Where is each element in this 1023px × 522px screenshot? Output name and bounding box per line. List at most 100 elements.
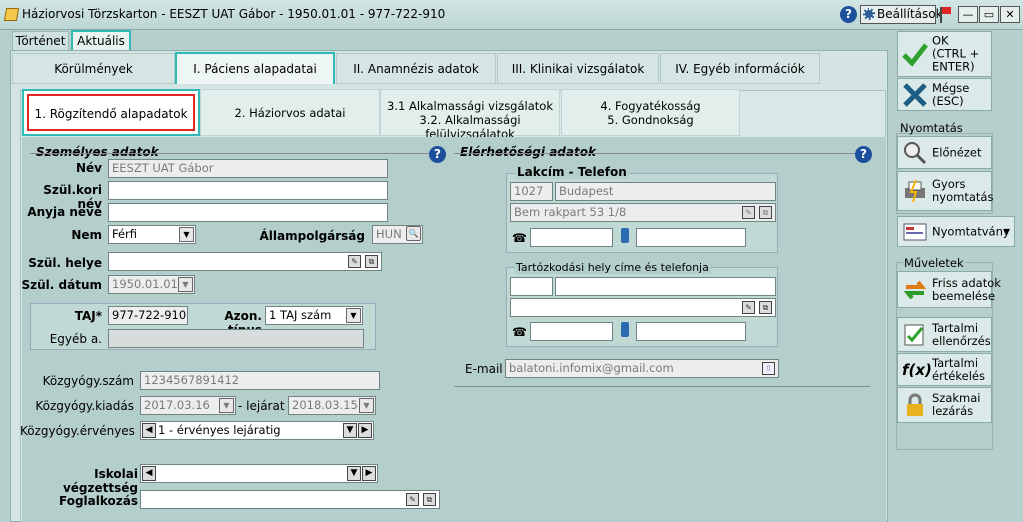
chevron-down-icon: ▼ bbox=[1003, 227, 1010, 236]
arrow-left-icon[interactable]: ◀ bbox=[142, 423, 156, 438]
chevron-down-icon[interactable]: ▼ bbox=[347, 466, 361, 481]
birthdate-value: 1950.01.01 bbox=[112, 277, 178, 291]
tab-korulmenyek[interactable]: Körülmények bbox=[12, 53, 175, 84]
stay-phone-field[interactable] bbox=[530, 322, 613, 341]
form-dropdown-button[interactable]: Nyomtatvány ▼ bbox=[897, 216, 1015, 247]
chevron-down-icon[interactable]: ▼ bbox=[346, 308, 361, 323]
tab-alkalmassagi[interactable]: 3.1 Alkalmassági vizsgálatok 3.2. Alkalma… bbox=[380, 89, 560, 141]
lock-icon bbox=[907, 393, 923, 416]
upload-icon[interactable]: ⇧ bbox=[762, 362, 775, 375]
school-select[interactable]: ◀ ▼ ▶ bbox=[140, 464, 378, 483]
eval-button[interactable]: f(x) Tartalmi értékelés bbox=[897, 353, 992, 386]
tab-klinikai[interactable]: III. Klinikai vizsgálatok bbox=[497, 53, 659, 84]
ervenyes-value: 1 - érvényes lejáratig bbox=[158, 423, 281, 437]
chevron-down-icon[interactable]: ▼ bbox=[219, 398, 234, 413]
job-field[interactable]: ✎ ⧉ bbox=[140, 490, 440, 509]
chevron-down-icon[interactable]: ▼ bbox=[343, 423, 357, 438]
zip-field[interactable]: 1027 bbox=[510, 182, 553, 201]
lookup-icon[interactable]: ⧉ bbox=[423, 493, 436, 506]
other-id-field[interactable] bbox=[108, 329, 364, 348]
idtype-select[interactable]: 1 TAJ szám ▼ bbox=[265, 306, 363, 325]
window-title: Háziorvosi Törzskarton - EESZT UAT Gábor… bbox=[22, 7, 446, 21]
kiadas-field[interactable]: 2017.03.16 ▼ bbox=[140, 396, 236, 415]
tab-aktualis[interactable]: Aktuális bbox=[71, 30, 131, 50]
close-case-button[interactable]: Szakmai lezárás bbox=[897, 387, 992, 423]
home-title: Lakcím - Telefon bbox=[515, 165, 629, 179]
tab-anamnezis[interactable]: II. Anamnézis adatok bbox=[336, 53, 496, 84]
email-value: balatoni.infomix@gmail.com bbox=[509, 361, 674, 375]
citizenship-label: Állampolgárság bbox=[259, 229, 366, 243]
sex-select[interactable]: Férfi ▼ bbox=[108, 225, 196, 244]
preview-button[interactable]: Előnézet bbox=[897, 136, 992, 169]
check-button[interactable]: Tartalmi ellenőrzés bbox=[897, 317, 992, 352]
chevron-down-icon[interactable]: ▼ bbox=[178, 277, 193, 292]
cancel-label: Mégse (ESC) bbox=[932, 80, 970, 108]
settings-button[interactable]: Beállítások bbox=[860, 5, 943, 24]
pencil-icon[interactable]: ✎ bbox=[348, 255, 361, 268]
search-icon[interactable]: 🔍 bbox=[406, 226, 421, 241]
mother-field[interactable] bbox=[108, 203, 388, 222]
lookup-icon[interactable]: ⧉ bbox=[365, 255, 378, 268]
help-icon[interactable]: ? bbox=[840, 6, 857, 23]
name-field[interactable]: EESZT UAT Gábor bbox=[108, 159, 388, 178]
quick-print-button[interactable]: Gyors nyomtatás bbox=[897, 171, 994, 211]
arrow-right-icon[interactable]: ▶ bbox=[358, 423, 372, 438]
chevron-down-icon[interactable]: ▼ bbox=[359, 398, 374, 413]
chevron-down-icon[interactable]: ▼ bbox=[179, 227, 194, 242]
lookup-icon[interactable]: ⧉ bbox=[759, 206, 772, 219]
quick-print-label: Gyors nyomtatás bbox=[932, 177, 994, 204]
cancel-button[interactable]: Mégse (ESC) bbox=[897, 78, 992, 111]
citizenship-field[interactable]: HUN 🔍 bbox=[372, 225, 423, 244]
birthdate-field[interactable]: 1950.01.01 ▼ bbox=[108, 275, 195, 294]
contact-help-icon[interactable]: ? bbox=[855, 146, 872, 163]
cross-icon bbox=[903, 82, 927, 107]
mobile-field[interactable] bbox=[636, 228, 746, 247]
taj-field[interactable]: 977-722-910 bbox=[108, 306, 188, 325]
job-label: Foglalkozás bbox=[59, 494, 138, 508]
close-button[interactable]: ✕ bbox=[1000, 6, 1020, 23]
arrow-left-icon[interactable]: ◀ bbox=[142, 466, 156, 481]
ervenyes-select[interactable]: ◀ 1 - érvényes lejáratig ▼ ▶ bbox=[140, 421, 374, 440]
pencil-icon[interactable]: ✎ bbox=[742, 301, 755, 314]
tab-tortenet[interactable]: Történet bbox=[12, 31, 69, 51]
tab-egyeb[interactable]: IV. Egyéb információk bbox=[660, 53, 820, 84]
street-field[interactable]: Bem rakpart 53 1/8 ✎ ⧉ bbox=[510, 203, 776, 222]
mobile-icon bbox=[621, 228, 629, 243]
school-label: Iskolai végzettség bbox=[62, 467, 138, 495]
tab-alkalmassagi-line1: 3.1 Alkalmassági vizsgálatok bbox=[387, 99, 553, 113]
stay-mobile-field[interactable] bbox=[636, 322, 746, 341]
pencil-icon[interactable]: ✎ bbox=[742, 206, 755, 219]
email-field[interactable]: balatoni.infomix@gmail.com ⇧ bbox=[505, 359, 779, 378]
birthplace-field[interactable]: ✎ ⧉ bbox=[108, 252, 382, 271]
personal-section-title: Személyes adatok bbox=[36, 145, 159, 159]
restore-button[interactable]: ▭ bbox=[979, 6, 999, 23]
lejarat-value: 2018.03.15 bbox=[292, 398, 358, 412]
kozgyogy-field[interactable]: 1234567891412 bbox=[140, 371, 380, 390]
tab-paciens-alapadatai[interactable]: I. Páciens alapadatai bbox=[175, 52, 335, 84]
minimize-button[interactable]: — bbox=[958, 6, 978, 23]
tab-haziorvos[interactable]: 2. Háziorvos adatai bbox=[200, 89, 380, 136]
stay-city-field[interactable] bbox=[555, 277, 776, 296]
stay-street-field[interactable]: ✎ ⧉ bbox=[510, 298, 776, 317]
gear-icon bbox=[863, 8, 875, 20]
pencil-icon[interactable]: ✎ bbox=[406, 493, 419, 506]
arrow-right-icon[interactable]: ▶ bbox=[362, 466, 376, 481]
flag-icon[interactable] bbox=[938, 5, 953, 24]
eval-label: Tartalmi értékelés bbox=[932, 355, 985, 383]
other-id-label: Egyéb a. bbox=[49, 332, 102, 346]
import-button[interactable]: Friss adatok beemelése bbox=[897, 271, 1001, 308]
phone-field[interactable] bbox=[530, 228, 613, 247]
birthname-field[interactable] bbox=[108, 181, 388, 200]
taj-label: TAJ* bbox=[74, 309, 102, 323]
checkmark-icon bbox=[902, 43, 928, 67]
import-label: Friss adatok beemelése bbox=[932, 275, 1001, 303]
personal-help-icon[interactable]: ? bbox=[429, 146, 446, 163]
city-field[interactable]: Budapest bbox=[555, 182, 776, 201]
lejarat-field[interactable]: 2018.03.15 ▼ bbox=[288, 396, 376, 415]
tab-fogyatekossag[interactable]: 4. Fogyatékosság 5. Gondnokság bbox=[561, 89, 740, 136]
stay-zip-field[interactable] bbox=[510, 277, 553, 296]
lookup-icon[interactable]: ⧉ bbox=[759, 301, 772, 314]
ok-button[interactable]: OK (CTRL + ENTER) bbox=[897, 31, 992, 77]
tab-rogzitendo[interactable]: 1. Rögzítendő alapadatok bbox=[22, 89, 200, 136]
tab-fogyatekossag-line1: 4. Fogyatékosság bbox=[600, 99, 701, 113]
